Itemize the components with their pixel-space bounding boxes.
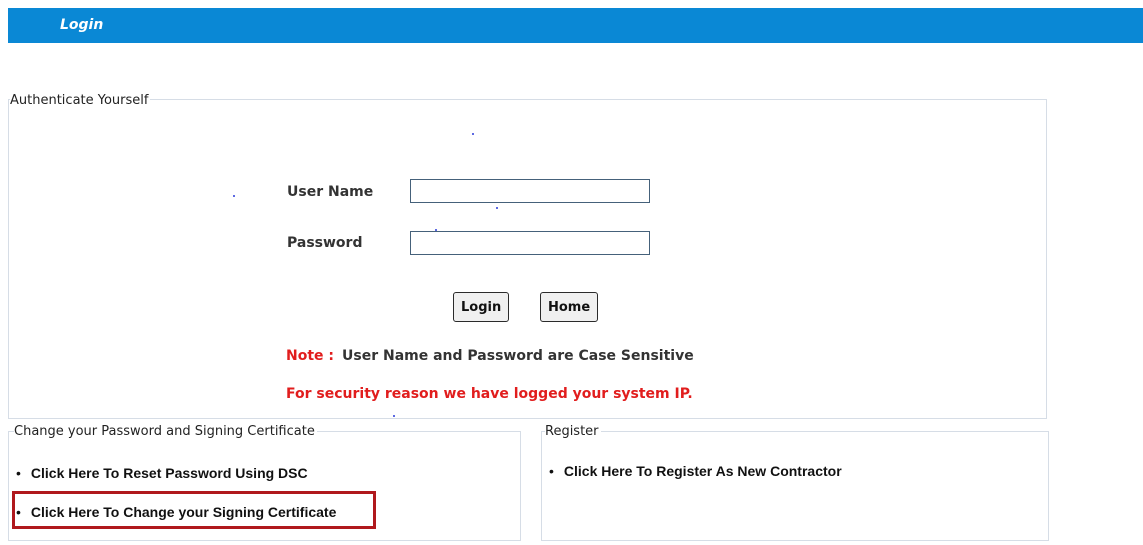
login-button[interactable]: Login: [453, 292, 510, 322]
register-contractor-link[interactable]: • Click Here To Register As New Contracto…: [549, 463, 842, 479]
note-text: User Name and Password are Case Sensitiv…: [342, 348, 694, 364]
authenticate-panel: [8, 99, 1047, 419]
username-label: User Name: [287, 184, 374, 200]
username-input[interactable]: [410, 179, 650, 203]
password-input[interactable]: [410, 231, 650, 255]
register-legend: Register: [545, 424, 601, 439]
reset-password-dsc-link-label: Click Here To Reset Password Using DSC: [30, 465, 308, 481]
decorative-dot: [472, 133, 474, 135]
decorative-dot: [496, 207, 498, 209]
decorative-dot: [393, 415, 395, 417]
register-panel: [541, 431, 1049, 541]
header-bar: Login: [8, 8, 1143, 43]
note-label: Note :: [286, 348, 334, 364]
authenticate-legend: Authenticate Yourself: [10, 93, 151, 108]
register-contractor-link-label: Click Here To Register As New Contractor: [563, 463, 842, 479]
case-sensitive-note: Note : User Name and Password are Case Se…: [286, 348, 694, 364]
change-password-legend: Change your Password and Signing Certifi…: [14, 424, 317, 439]
decorative-dot: [233, 195, 235, 197]
password-label: Password: [287, 235, 363, 251]
highlight-box: [12, 491, 376, 529]
security-notice: For security reason we have logged your …: [286, 386, 693, 402]
bullet-icon: •: [549, 463, 554, 479]
bullet-icon: •: [16, 465, 21, 481]
reset-password-dsc-link[interactable]: • Click Here To Reset Password Using DSC: [16, 465, 308, 481]
home-button[interactable]: Home: [540, 292, 599, 322]
header-title: Login: [60, 17, 104, 33]
